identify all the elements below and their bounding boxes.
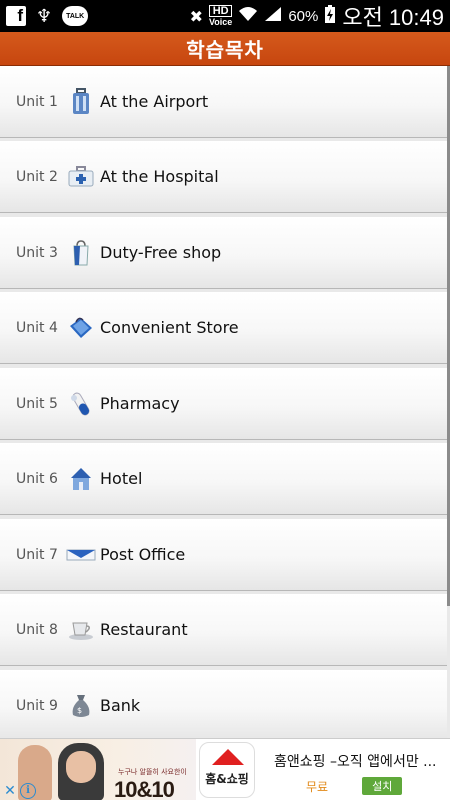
shopping-bag-icon [64,238,98,268]
install-button[interactable]: 설치 [362,777,403,795]
unit-title: At the Hospital [100,167,219,186]
unit-title: Convenient Store [100,318,239,337]
battery-charging-icon [324,4,336,28]
pill-icon [64,389,98,419]
ad-price: 무료 [306,779,329,794]
unit-row-9[interactable]: Unit 9 $ Bank [0,670,447,738]
unit-number: Unit 8 [16,621,58,638]
ad-banner[interactable]: 누구나 알뜰히 사요한이 10&10 ✕ i 홈&쇼핑 홈앤쇼핑 –오직 앱에서… [0,738,450,800]
unit-title: Restaurant [100,620,188,639]
wifi-icon [238,6,258,26]
facebook-icon: f [6,6,26,26]
unit-title: At the Airport [100,92,209,111]
unit-number: Unit 1 [16,93,58,110]
unit-number: Unit 2 [16,168,58,185]
unit-title: Post Office [100,545,186,564]
voice-label: Voice [208,17,233,27]
page-title: 학습목차 [186,38,264,62]
unit-row-1[interactable]: Unit 1 At the Airport [0,66,447,138]
unit-list: Unit 1 At the Airport Unit 2 At the Hosp… [0,66,450,738]
hd-label: HD [208,5,233,17]
info-icon[interactable]: i [20,783,36,799]
unit-number: Unit 3 [16,244,58,261]
ad-logo[interactable]: 홈&쇼핑 [196,739,258,800]
first-aid-icon [64,162,98,192]
ad-face-image [66,751,96,783]
store-bag-icon [64,313,98,343]
ad-image-caption: 누구나 알뜰히 사요한이 [118,768,187,776]
unit-number: Unit 7 [16,546,58,563]
logo-text: 홈&쇼핑 [205,771,249,786]
status-bar: f ♆ TALK ✖ HD Voice 60% 오전 10:49 [0,0,450,32]
money-bag-icon: $ [64,691,98,721]
unit-title: Bank [100,696,141,715]
app-logo-icon: 홈&쇼핑 [199,742,255,798]
unit-row-4[interactable]: Unit 4 Convenient Store [0,292,447,364]
unit-number: Unit 9 [16,697,58,714]
envelope-icon [64,540,98,570]
ad-image[interactable]: 누구나 알뜰히 사요한이 10&10 ✕ i [0,739,196,800]
unit-title: Duty-Free shop [100,243,222,262]
hd-voice-icon: HD Voice [208,5,233,27]
svg-text:$: $ [77,706,82,715]
close-icon[interactable]: ✕ [2,783,18,799]
unit-row-7[interactable]: Unit 7 Post Office [0,519,447,591]
unit-row-5[interactable]: Unit 5 Pharmacy [0,368,447,440]
clock: 오전 10:49 [342,5,444,30]
ad-image-headline: 10&10 [114,777,175,800]
logo-roof-shape [212,749,244,765]
ad-title: 홈앤쇼핑 –오직 앱에서만 ... [274,754,437,770]
mute-icon: ✖ [189,6,203,26]
coffee-cup-icon [64,615,98,645]
house-icon [64,464,98,494]
usb-icon: ♆ [36,5,53,27]
kakaotalk-icon: TALK [62,6,89,26]
unit-row-2[interactable]: Unit 2 At the Hospital [0,141,447,213]
ad-actions: 무료 설치 [274,777,442,795]
unit-row-3[interactable]: Unit 3 Duty-Free shop [0,217,447,289]
unit-number: Unit 6 [16,470,58,487]
unit-number: Unit 5 [16,395,58,412]
unit-row-8[interactable]: Unit 8 Restaurant [0,594,447,666]
unit-row-6[interactable]: Unit 6 Hotel [0,443,447,515]
unit-title: Pharmacy [100,394,180,413]
signal-icon [264,6,282,26]
suitcase-icon [64,87,98,117]
ad-text-block[interactable]: 홈앤쇼핑 –오직 앱에서만 ... 무료 설치 [258,739,450,800]
unit-title: Hotel [100,469,143,488]
app-header: 학습목차 [0,32,450,66]
unit-number: Unit 4 [16,319,58,336]
battery-percent: 60% [288,7,319,25]
